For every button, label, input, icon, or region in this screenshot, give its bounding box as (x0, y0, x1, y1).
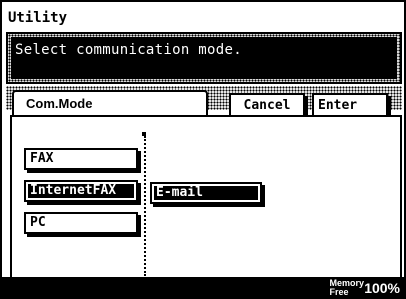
status-bar: Memory Free 100% (0, 277, 406, 299)
tab-com-mode[interactable]: Com.Mode (12, 90, 208, 116)
mode-pc-button[interactable]: PC (24, 212, 138, 234)
memory-free-value: 100% (364, 280, 400, 296)
page-title: Utility (8, 10, 68, 26)
mode-fax-button[interactable]: FAX (24, 148, 138, 170)
memory-label-line2: Free (329, 287, 349, 297)
cancel-button[interactable]: Cancel (229, 93, 305, 117)
submode-email-button[interactable]: E-mail (150, 182, 262, 204)
memory-free-label: Memory Free (329, 279, 364, 297)
instruction-message: Select communication mode. (11, 37, 397, 79)
message-box: Select communication mode. (6, 32, 402, 84)
mode-internet-fax-button[interactable]: InternetFAX (24, 180, 138, 202)
enter-button[interactable]: Enter (312, 93, 388, 117)
column-divider (144, 136, 146, 276)
utility-panel: Utility Select communication mode. Com.M… (0, 0, 406, 299)
